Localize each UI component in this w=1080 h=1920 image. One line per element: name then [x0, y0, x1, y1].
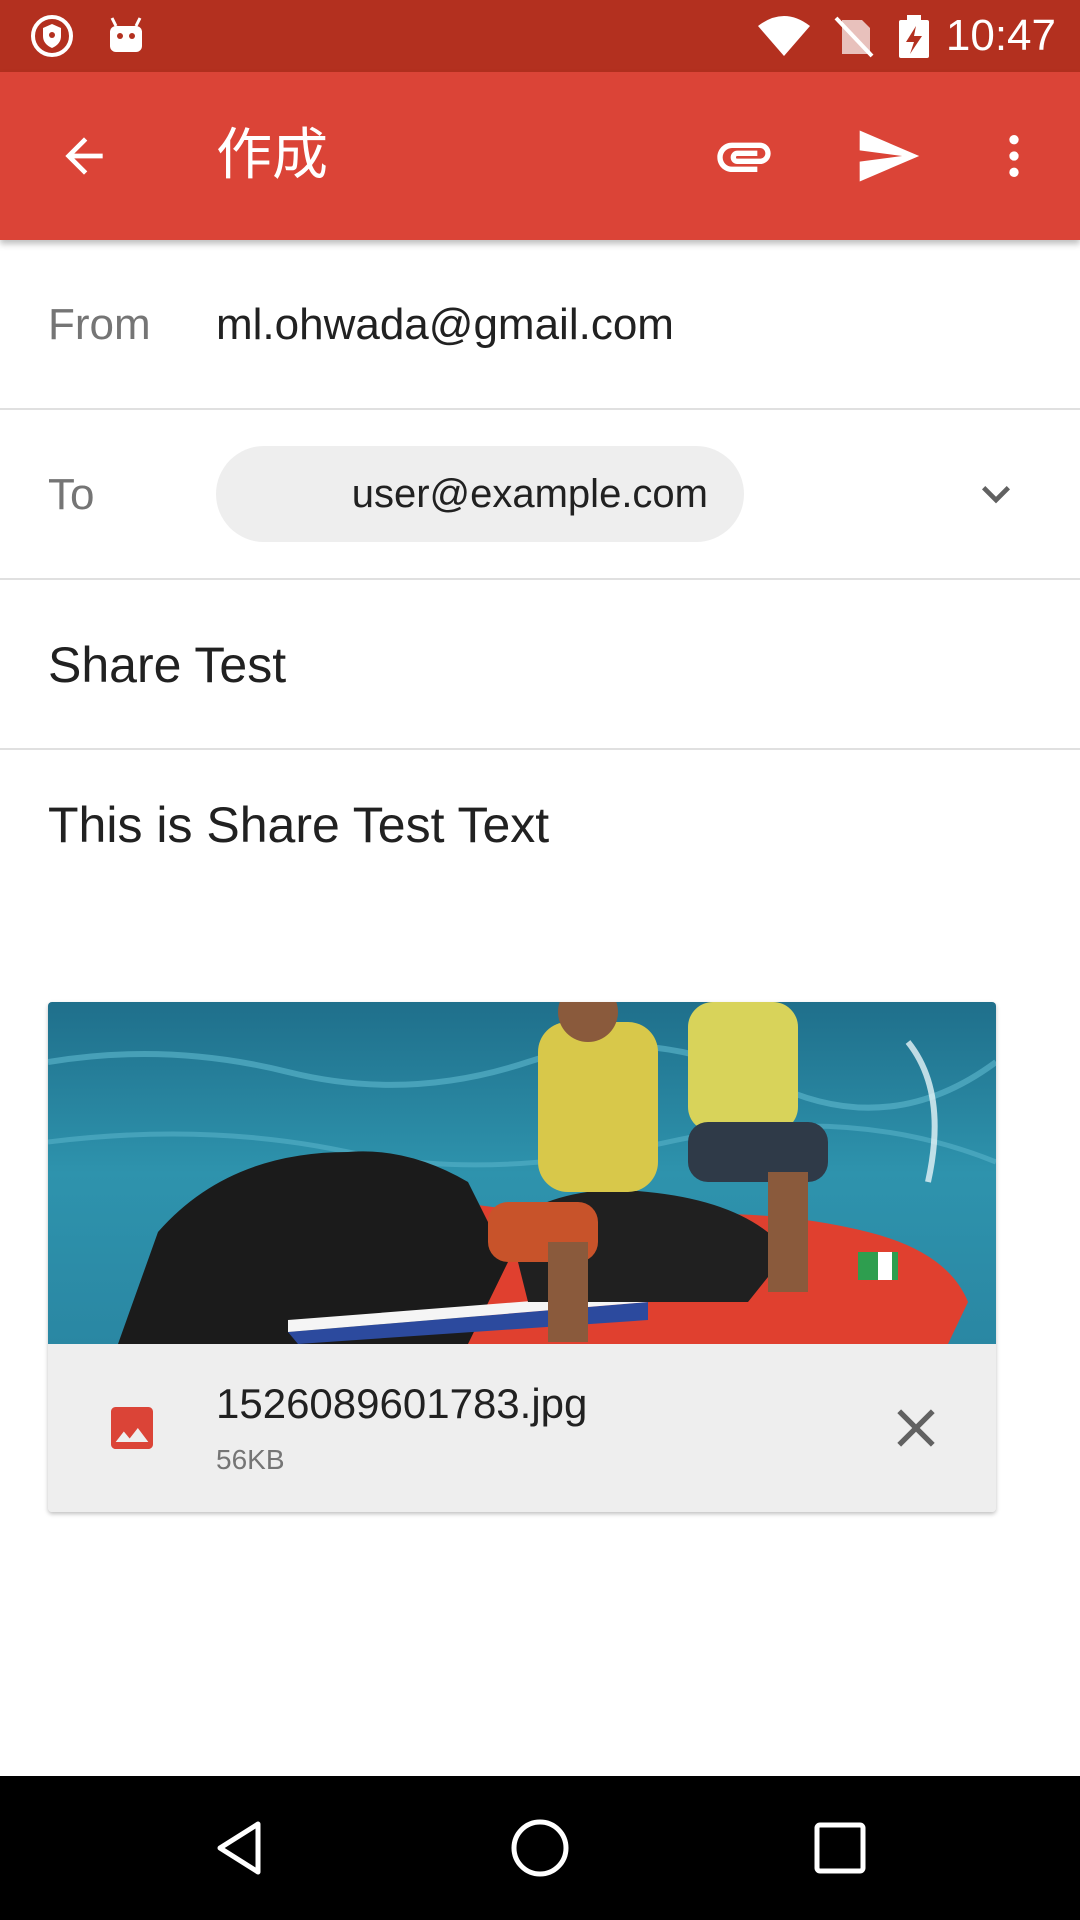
nav-back-button[interactable] — [200, 1808, 280, 1888]
android-icon — [110, 17, 142, 52]
chevron-down-icon — [982, 486, 1010, 504]
attachment-file-size: 56KB — [216, 1444, 285, 1475]
from-row[interactable]: From ml.ohwada@gmail.com — [0, 240, 1080, 410]
attachment-file-name: 1526089601783.jpg — [216, 1380, 588, 1427]
close-icon — [897, 1409, 935, 1447]
attachment-card[interactable]: 1526089601783.jpg 56KB — [48, 1002, 996, 1512]
page-title: 作成 — [216, 123, 328, 188]
image-file-icon — [111, 1407, 153, 1449]
status-time: 10:47 — [945, 11, 1056, 60]
nav-home-button[interactable] — [500, 1808, 580, 1888]
send-icon — [859, 130, 920, 182]
remove-attachment-button[interactable] — [884, 1396, 948, 1460]
subject-row[interactable]: Share Test — [0, 580, 1080, 750]
system-navigation-bar — [0, 1776, 1080, 1920]
nav-recents-icon — [814, 1822, 866, 1874]
more-options-button[interactable] — [974, 116, 1054, 196]
send-button[interactable] — [848, 116, 928, 196]
body-field[interactable]: This is Share Test Text — [48, 796, 549, 854]
app-toolbar: 作成 — [0, 72, 1080, 240]
nav-back-icon — [217, 1821, 261, 1875]
battery-charging-icon — [899, 15, 929, 58]
to-label: To — [48, 470, 95, 519]
expand-recipients-button[interactable] — [964, 462, 1028, 526]
recipient-chip-label: user@example.com — [351, 472, 708, 516]
from-account[interactable]: ml.ohwada@gmail.com — [216, 300, 674, 350]
attachment-preview-image — [48, 1002, 996, 1344]
arrow-back-icon — [65, 137, 103, 175]
wifi-icon — [758, 16, 810, 56]
status-bar: 10:47 — [0, 0, 1080, 72]
attach-button[interactable] — [704, 116, 784, 196]
shield-icon — [31, 15, 73, 57]
subject-field[interactable]: Share Test — [48, 636, 286, 694]
attachment-info: 1526089601783.jpg 56KB — [48, 1344, 996, 1512]
more-vert-icon — [1009, 135, 1019, 177]
attach-icon — [717, 142, 771, 172]
back-button[interactable] — [44, 116, 124, 196]
no-sim-icon — [834, 16, 874, 58]
nav-recents-button[interactable] — [800, 1808, 880, 1888]
from-label: From — [48, 300, 151, 349]
to-row: To user@example.com — [0, 410, 1080, 580]
nav-home-icon — [511, 1819, 569, 1877]
recipient-chip[interactable]: user@example.com — [216, 446, 744, 542]
